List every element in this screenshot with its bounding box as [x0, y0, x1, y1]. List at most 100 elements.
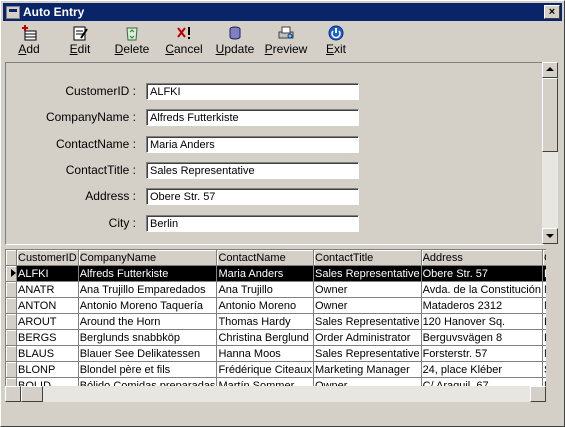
- delete-button[interactable]: Delete: [114, 25, 150, 57]
- scroll-right-button[interactable]: [530, 386, 546, 402]
- column-header[interactable]: ContactTitle: [313, 250, 422, 266]
- grid-cell[interactable]: Marketing Manager: [313, 361, 422, 378]
- add-record-icon: [21, 25, 37, 41]
- status-bar: [3, 405, 562, 424]
- grid-cell[interactable]: 24, place Kléber: [421, 361, 544, 378]
- row-selector-header[interactable]: [6, 250, 17, 266]
- grid-cell[interactable]: Order Administrator: [313, 329, 422, 346]
- horizontal-scroll-thumb[interactable]: [21, 386, 43, 402]
- title-bar[interactable]: Auto Entry ×: [3, 3, 562, 21]
- grid-cell[interactable]: Ana Trujillo Emparedados: [78, 281, 218, 298]
- column-header[interactable]: CustomerID: [16, 250, 79, 266]
- exit-button[interactable]: Exit: [324, 25, 348, 57]
- scroll-up-button[interactable]: [542, 62, 558, 78]
- close-button[interactable]: ×: [544, 5, 560, 19]
- grid-cell[interactable]: Sales Representative: [313, 313, 422, 330]
- grid-cell[interactable]: Blondel père et fils: [78, 361, 218, 378]
- auto-entry-window: Auto Entry × Add Edit Delete Cancel Upda…: [0, 0, 565, 427]
- row-selector[interactable]: [6, 313, 17, 330]
- scroll-left-button[interactable]: [5, 386, 21, 402]
- city-label: City :: [108, 216, 136, 230]
- grid-cell[interactable]: Frédérique Citeaux: [216, 361, 314, 378]
- grid-cell[interactable]: Hanna Moos: [216, 345, 314, 362]
- grid-cell[interactable]: Berguvsvägen 8: [421, 329, 544, 346]
- grid-cell[interactable]: Owner: [313, 297, 422, 314]
- add-button[interactable]: Add: [16, 25, 42, 57]
- table-row[interactable]: AROUT Around the Horn Thomas Hardy Sales…: [6, 313, 547, 330]
- grid-cell[interactable]: 120 Hanover Sq.: [421, 313, 544, 330]
- grid-cell[interactable]: Sales Representative: [313, 345, 422, 362]
- table-row[interactable]: ANTON Antonio Moreno Taquería Antonio Mo…: [6, 297, 547, 314]
- grid-cell[interactable]: BLAUS: [16, 345, 79, 362]
- grid-cell[interactable]: Blauer See Delikatessen: [78, 345, 218, 362]
- grid-cell[interactable]: Sales Representative: [313, 265, 422, 282]
- grid-vertical-edge: [546, 249, 558, 402]
- table-row[interactable]: BERGS Berglunds snabbköp Christina Bergl…: [6, 329, 547, 346]
- grid-cell[interactable]: Antonio Moreno: [216, 297, 314, 314]
- column-header[interactable]: CompanyName: [78, 250, 218, 266]
- grid-cell[interactable]: BERGS: [16, 329, 79, 346]
- grid-cell[interactable]: Ana Trujillo: [216, 281, 314, 298]
- scroll-down-button[interactable]: [542, 228, 558, 244]
- grid-header-row: CustomerID CompanyName ContactName Conta…: [6, 250, 547, 266]
- customerid-field[interactable]: ALFKI: [146, 83, 359, 100]
- grid-cell[interactable]: ANTON: [16, 297, 79, 314]
- grid-cell[interactable]: Owner: [313, 281, 422, 298]
- grid-cell[interactable]: ALFKI: [16, 265, 79, 282]
- cancel-button[interactable]: Cancel: [165, 25, 203, 57]
- edit-label: Edit: [69, 42, 91, 56]
- delete-label: Delete: [114, 42, 150, 56]
- table-row[interactable]: BLAUS Blauer See Delikatessen Hanna Moos…: [6, 345, 547, 362]
- grid-cell[interactable]: Antonio Moreno Taquería: [78, 297, 218, 314]
- contacttitle-label: ContactTitle :: [65, 163, 136, 177]
- table-row[interactable]: ANATR Ana Trujillo Emparedados Ana Truji…: [6, 281, 547, 298]
- edit-button[interactable]: Edit: [68, 25, 92, 57]
- scroll-thumb[interactable]: [542, 78, 558, 152]
- grid-cell[interactable]: Obere Str. 57: [421, 265, 544, 282]
- grid-cell[interactable]: Mataderos 2312: [421, 297, 544, 314]
- grid-cell[interactable]: Avda. de la Constitución: [421, 281, 544, 298]
- row-selector[interactable]: [6, 281, 17, 298]
- row-selector[interactable]: [6, 297, 17, 314]
- preview-button[interactable]: Preview: [264, 25, 308, 57]
- table-row[interactable]: BLONP Blondel père et fils Frédérique Ci…: [6, 361, 547, 378]
- column-header[interactable]: ContactName: [216, 250, 314, 266]
- row-selector[interactable]: [6, 265, 17, 282]
- row-selector[interactable]: [6, 345, 17, 362]
- update-button[interactable]: Update: [215, 25, 255, 57]
- form-vertical-scrollbar[interactable]: [542, 62, 558, 244]
- grid-cell[interactable]: Maria Anders: [216, 265, 314, 282]
- grid-cell[interactable]: AROUT: [16, 313, 79, 330]
- grid-cell[interactable]: Thomas Hardy: [216, 313, 314, 330]
- address-field[interactable]: Obere Str. 57: [146, 188, 359, 205]
- customerid-label: CustomerID :: [65, 84, 136, 98]
- grid-cell[interactable]: Alfreds Futterkiste: [78, 265, 218, 282]
- arrow-down-icon: [546, 234, 554, 238]
- preview-label: Preview: [264, 42, 308, 56]
- address-label: Address :: [85, 189, 136, 203]
- app-window-icon[interactable]: [6, 6, 20, 19]
- table-row[interactable]: ALFKI Alfreds Futterkiste Maria Anders S…: [6, 265, 547, 282]
- row-selector[interactable]: [6, 361, 17, 378]
- grid-cell[interactable]: Forsterstr. 57: [421, 345, 544, 362]
- grid-cell[interactable]: Christina Berglund: [216, 329, 314, 346]
- customers-grid[interactable]: CustomerID CompanyName ContactName Conta…: [5, 249, 548, 388]
- companyname-field[interactable]: Alfreds Futterkiste: [146, 109, 359, 126]
- grid-horizontal-scrollbar[interactable]: [5, 386, 546, 402]
- grid-cell[interactable]: BLONP: [16, 361, 79, 378]
- grid-cell[interactable]: ANATR: [16, 281, 79, 298]
- window-title: Auto Entry: [23, 5, 85, 19]
- add-label: Add: [18, 42, 40, 56]
- column-header[interactable]: Address: [421, 250, 544, 266]
- update-icon: [227, 25, 243, 41]
- row-selector[interactable]: [6, 329, 17, 346]
- contacttitle-field[interactable]: Sales Representative: [146, 162, 359, 179]
- grid-cell[interactable]: Around the Horn: [78, 313, 218, 330]
- update-label: Update: [215, 42, 255, 56]
- contactname-field[interactable]: Maria Anders: [146, 136, 359, 153]
- power-icon: [328, 25, 344, 41]
- city-field[interactable]: Berlin: [146, 215, 359, 232]
- grid-cell[interactable]: Berglunds snabbköp: [78, 329, 218, 346]
- cancel-icon: [176, 25, 192, 41]
- preview-icon: [278, 25, 294, 41]
